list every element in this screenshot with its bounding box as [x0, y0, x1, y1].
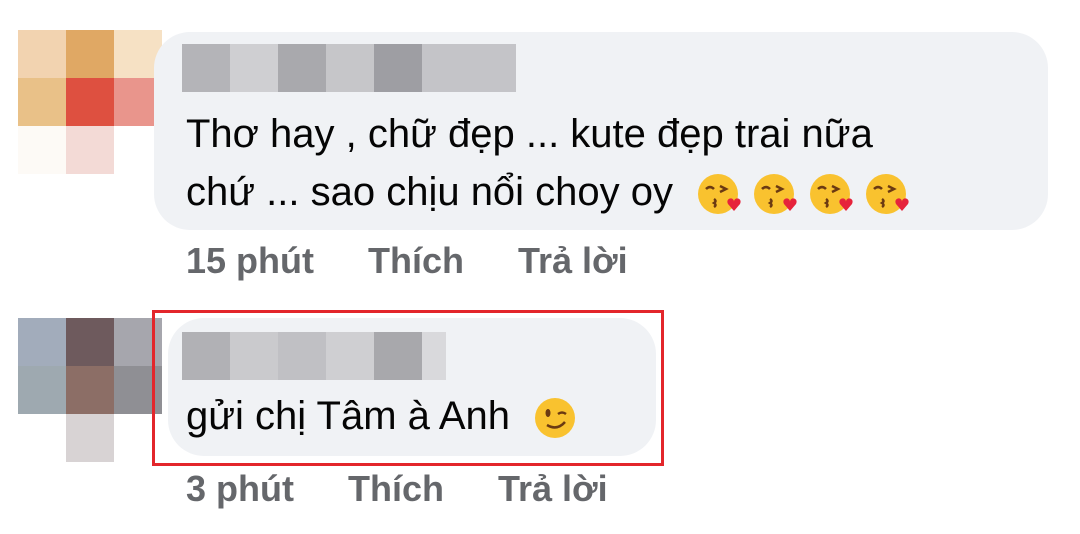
highlight-box: [152, 310, 664, 466]
comment-actions: 15 phút Thích Trả lời: [186, 240, 628, 282]
like-button[interactable]: Thích: [348, 468, 444, 510]
comment-bubble: Thơ hay , chữ đẹp ... kute đẹp trai nữa …: [154, 32, 1048, 230]
face-blowing-kiss-icon: [698, 173, 911, 216]
avatar[interactable]: [18, 318, 162, 462]
comment-text-line-2: chứ ... sao chịu nổi choy oy: [186, 170, 674, 214]
reply-button[interactable]: Trả lời: [498, 468, 608, 510]
avatar[interactable]: [18, 30, 162, 174]
comment-text-line: Thơ hay , chữ đẹp ... kute đẹp trai nữa: [186, 112, 873, 156]
reply-button[interactable]: Trả lời: [518, 240, 628, 282]
like-button[interactable]: Thích: [368, 240, 464, 282]
timestamp-link[interactable]: 15 phút: [186, 240, 314, 282]
comment-text-line: chứ ... sao chịu nổi choy oy: [186, 164, 911, 220]
commenter-name[interactable]: [182, 44, 516, 92]
comment-actions: 3 phút Thích Trả lời: [186, 468, 608, 510]
kiss-emoji-group: [694, 164, 911, 220]
timestamp-link[interactable]: 3 phút: [186, 468, 294, 510]
